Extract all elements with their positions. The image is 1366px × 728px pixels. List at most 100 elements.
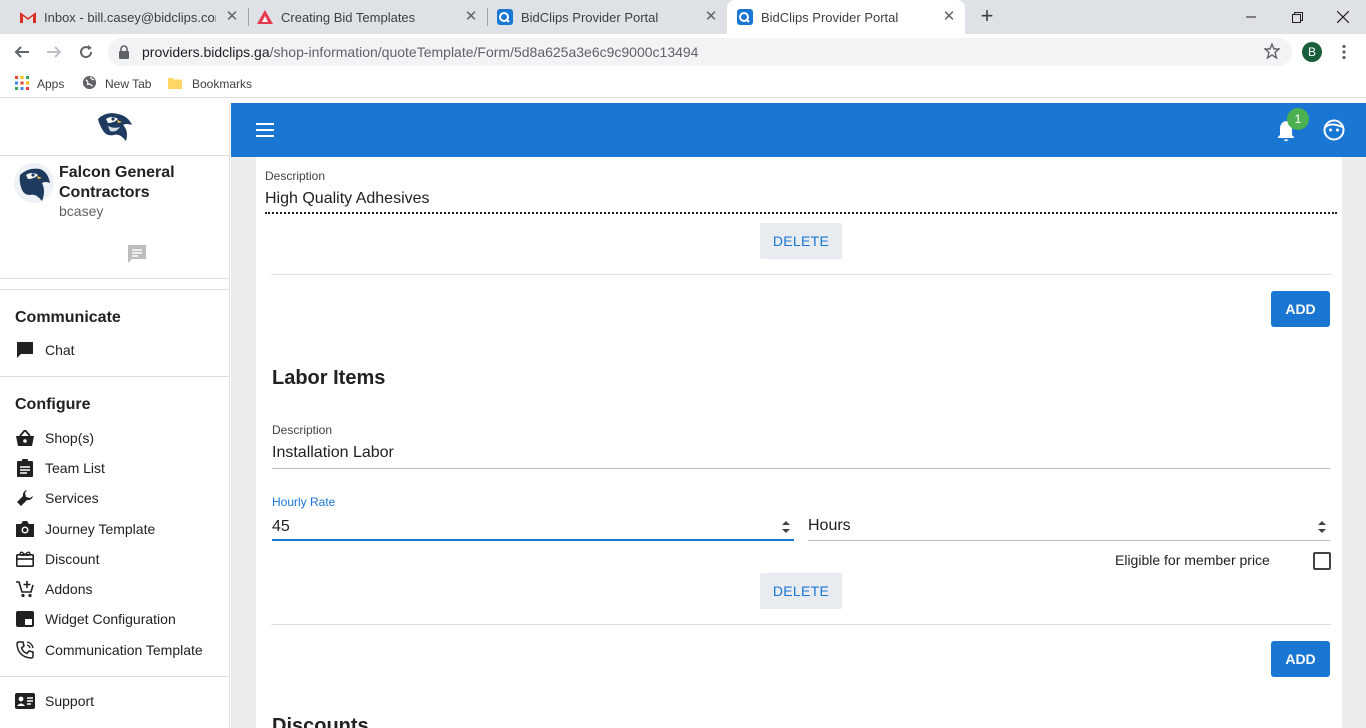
section-heading-communicate: Communicate <box>15 309 121 326</box>
sidebar-item-support[interactable]: Support <box>15 690 94 712</box>
member-price-checkbox[interactable] <box>1313 552 1331 570</box>
divider <box>0 376 230 377</box>
sidebar-item-label: Services <box>45 490 99 506</box>
tab-title: BidClips Provider Portal <box>521 9 659 25</box>
bookmark-folder[interactable]: Bookmarks <box>168 76 252 92</box>
divider <box>271 624 1331 625</box>
account-face-icon[interactable] <box>1323 119 1345 141</box>
restore-button[interactable] <box>1274 0 1320 34</box>
bidclips-icon <box>737 9 753 25</box>
sidebar-item-label: Widget Configuration <box>45 611 176 627</box>
bookmark-star-icon[interactable] <box>1263 42 1281 64</box>
hamburger-menu-icon[interactable] <box>255 120 275 140</box>
clipboard-list-icon <box>15 458 35 478</box>
labor-add-button[interactable]: ADD <box>1271 641 1330 677</box>
main-content: Description High Quality Adhesives DELET… <box>231 157 1366 728</box>
globe-icon <box>82 75 97 93</box>
tab-title: Inbox - bill.casey@bidclips.com - <box>44 9 216 25</box>
company-name: Falcon General Contractors <box>59 164 175 201</box>
sidebar-item-label: Support <box>45 693 95 709</box>
gift-card-icon <box>15 549 35 569</box>
material-description-input[interactable]: High Quality Adhesives <box>265 190 430 208</box>
apps-grid-icon <box>15 75 29 93</box>
close-window-button[interactable] <box>1320 0 1366 34</box>
wrench-icon <box>15 488 35 508</box>
divider <box>271 274 1331 275</box>
sidebar-item-addons[interactable]: Addons <box>15 578 92 600</box>
bookmark-label: Bookmarks <box>192 77 253 91</box>
phone-icon <box>15 640 35 660</box>
bookmarks-bar: Apps New Tab Bookmarks <box>0 70 1366 98</box>
labor-items-heading: Labor Items <box>272 367 386 389</box>
lock-icon <box>118 45 130 64</box>
sidebar-item-label: Chat <box>45 342 75 358</box>
browser-tab-gmail[interactable]: Inbox - bill.casey@bidclips.com - ✕ <box>0 0 248 34</box>
sidebar-item-discount[interactable]: Discount <box>15 548 99 570</box>
logo-area <box>0 103 230 156</box>
sidebar: Falcon General Contractors bcasey Commun… <box>0 103 230 728</box>
bidclips-icon <box>497 9 513 25</box>
close-tab-icon[interactable]: ✕ <box>703 9 719 25</box>
unit-select-arrows-icon[interactable] <box>1317 519 1327 535</box>
back-arrow-icon[interactable] <box>10 40 34 64</box>
username: bcasey <box>59 203 104 219</box>
avatar[interactable] <box>14 163 54 203</box>
sidebar-item-label: Communication Template <box>45 642 203 658</box>
labor-description-input[interactable]: Installation Labor <box>272 444 394 462</box>
labor-delete-button[interactable]: DELETE <box>760 573 842 609</box>
sidebar-item-shops[interactable]: Shop(s) <box>15 427 94 449</box>
message-icon[interactable] <box>126 243 148 270</box>
url-text: providers.bidclips.ga/shop-information/q… <box>142 44 699 60</box>
browser-menu-icon[interactable] <box>1336 44 1352 60</box>
forward-arrow-icon[interactable] <box>42 40 66 64</box>
browser-toolbar: providers.bidclips.ga/shop-information/q… <box>0 34 1366 70</box>
labor-description-underline <box>272 468 1330 469</box>
contact-card-icon <box>15 691 35 711</box>
hourly-rate-spinner-icon[interactable] <box>781 519 791 535</box>
sidebar-item-label: Discount <box>45 551 100 567</box>
hourly-rate-input[interactable]: 45 <box>272 518 290 536</box>
tab-title: BidClips Provider Portal <box>761 9 899 25</box>
material-description-underline <box>265 212 1337 214</box>
bookmark-new-tab[interactable]: New Tab <box>82 75 152 93</box>
creating-bid-icon <box>257 9 273 25</box>
browser-profile-avatar[interactable]: B <box>1302 42 1322 62</box>
browser-tab-bidclips-1[interactable]: BidClips Provider Portal ✕ <box>477 0 727 34</box>
sidebar-item-label: Shop(s) <box>45 430 95 446</box>
new-tab-button[interactable]: + <box>976 5 998 28</box>
falcon-logo-icon <box>96 111 134 148</box>
unit-select-underline <box>808 540 1330 541</box>
material-add-button[interactable]: ADD <box>1271 291 1330 327</box>
bookmark-label: Apps <box>37 77 65 91</box>
minimize-button[interactable] <box>1228 0 1274 34</box>
sidebar-item-communication-template[interactable]: Communication Template <box>15 639 203 661</box>
sidebar-item-label: Journey Template <box>45 521 156 537</box>
profile-card: Falcon General Contractors bcasey <box>0 157 230 279</box>
bookmark-apps[interactable]: Apps <box>15 75 65 93</box>
unit-select[interactable]: Hours <box>808 517 851 535</box>
browser-tab-bidclips-active[interactable]: BidClips Provider Portal ✕ <box>727 0 965 34</box>
camera-icon <box>15 519 35 539</box>
sidebar-item-team-list[interactable]: Team List <box>15 457 105 479</box>
folder-icon <box>168 76 182 93</box>
browser-tab-creating-bid-templates[interactable]: Creating Bid Templates ✕ <box>237 0 487 34</box>
hourly-rate-label: Hourly Rate <box>272 495 336 509</box>
sidebar-item-chat[interactable]: Chat <box>15 339 75 361</box>
sidebar-item-label: Team List <box>45 460 105 476</box>
widget-icon <box>15 609 35 629</box>
gmail-icon <box>20 9 36 25</box>
close-tab-icon[interactable]: ✕ <box>941 9 957 25</box>
sidebar-item-widget-configuration[interactable]: Widget Configuration <box>15 608 176 630</box>
chat-icon <box>15 340 35 360</box>
tab-title: Creating Bid Templates <box>281 9 416 25</box>
sidebar-item-label: Addons <box>45 581 93 597</box>
address-bar[interactable]: providers.bidclips.ga/shop-information/q… <box>108 38 1292 66</box>
bookmark-label: New Tab <box>105 77 152 91</box>
browser-tabstrip: Inbox - bill.casey@bidclips.com - ✕ Crea… <box>0 0 1366 34</box>
sidebar-item-services[interactable]: Services <box>15 487 99 509</box>
notification-count-badge: 1 <box>1287 108 1309 130</box>
sidebar-item-journey-template[interactable]: Journey Template <box>15 518 155 540</box>
quote-template-form: Description High Quality Adhesives DELET… <box>256 157 1342 728</box>
material-delete-button[interactable]: DELETE <box>760 223 842 259</box>
reload-icon[interactable] <box>74 40 98 64</box>
